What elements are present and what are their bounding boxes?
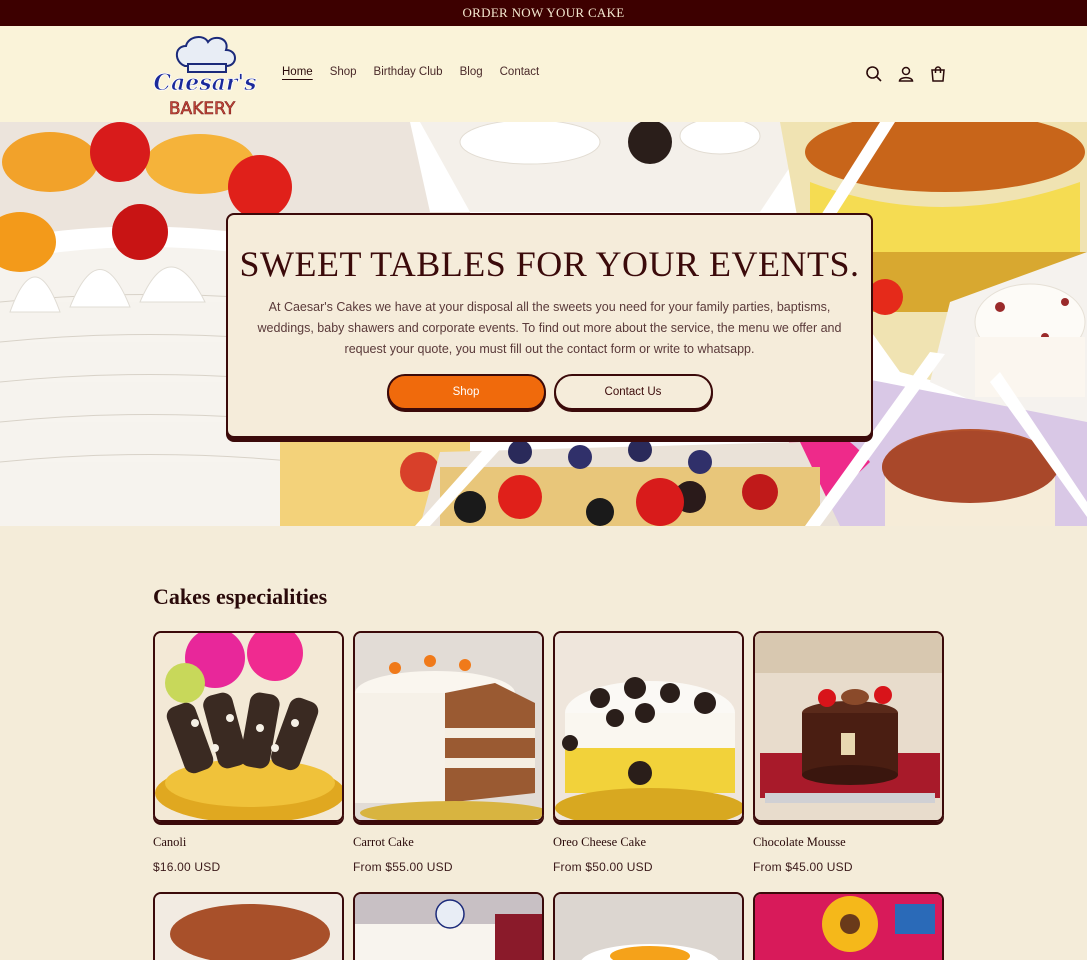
- product-card-row2[interactable]: [553, 892, 744, 960]
- nav-contact[interactable]: Contact: [500, 66, 540, 78]
- shop-button[interactable]: Shop: [386, 374, 546, 410]
- bakery-logo[interactable]: Caesar's BAKERY: [150, 32, 260, 120]
- search-icon[interactable]: [864, 64, 884, 84]
- nav-home[interactable]: Home: [282, 66, 313, 78]
- hero-description: At Caesar's Cakes we have at your dispos…: [257, 300, 842, 356]
- nav-birthday-club[interactable]: Birthday Club: [374, 66, 443, 78]
- product-image-carrot-cake[interactable]: [353, 631, 544, 822]
- cart-icon[interactable]: [928, 64, 948, 84]
- product-image-row2[interactable]: [155, 894, 344, 960]
- nav-blog[interactable]: Blog: [460, 66, 483, 78]
- product-price: From $55.00 USD: [353, 860, 453, 874]
- announcement-bar: ORDER NOW YOUR CAKE: [0, 0, 1087, 26]
- product-image-chocolate-mousse[interactable]: [753, 631, 944, 822]
- product-price: $16.00 USD: [153, 860, 221, 874]
- header-icons: [864, 64, 948, 84]
- product-card[interactable]: Canoli $16.00 USD: [153, 631, 344, 874]
- logo-line1: Caesar's: [153, 70, 256, 96]
- hero-content-card: SWEET TABLES FOR YOUR EVENTS. At Caesar'…: [226, 213, 873, 438]
- nav-shop[interactable]: Shop: [330, 66, 357, 78]
- product-image-row2[interactable]: [555, 894, 744, 960]
- product-card-row2[interactable]: [353, 892, 544, 960]
- product-price: From $50.00 USD: [553, 860, 653, 874]
- product-card[interactable]: Oreo Cheese Cake From $50.00 USD: [553, 631, 744, 874]
- product-name[interactable]: Oreo Cheese Cake: [553, 835, 744, 850]
- logo-line2: BAKERY: [169, 99, 236, 119]
- product-name[interactable]: Chocolate Mousse: [753, 835, 944, 850]
- product-card-row2[interactable]: [753, 892, 944, 960]
- product-image-oreo-cheese-cake[interactable]: [553, 631, 744, 822]
- main-nav: Home Shop Birthday Club Blog Contact: [282, 66, 539, 78]
- product-name[interactable]: Canoli: [153, 835, 344, 850]
- hero-banner: SWEET TABLES FOR YOUR EVENTS. At Caesar'…: [0, 122, 1087, 526]
- account-icon[interactable]: [896, 64, 916, 84]
- product-price: From $45.00 USD: [753, 860, 853, 874]
- product-image-row2[interactable]: [755, 894, 944, 960]
- hero-title: SWEET TABLES FOR YOUR EVENTS.: [239, 244, 860, 284]
- product-image-row2[interactable]: [355, 894, 544, 960]
- section-title: Cakes especialities: [153, 584, 328, 609]
- announcement-text: ORDER NOW YOUR CAKE: [462, 5, 625, 20]
- product-card-row2[interactable]: [153, 892, 344, 960]
- product-image-canoli[interactable]: [153, 631, 344, 822]
- site-header: Caesar's BAKERY Home Shop Birthday Club …: [0, 26, 1087, 122]
- product-card[interactable]: Chocolate Mousse From $45.00 USD: [753, 631, 944, 874]
- hero-buttons: Shop Contact Us: [228, 374, 871, 410]
- contact-us-button[interactable]: Contact Us: [553, 374, 713, 410]
- product-name[interactable]: Carrot Cake: [353, 835, 544, 850]
- product-card[interactable]: Carrot Cake From $55.00 USD: [353, 631, 544, 874]
